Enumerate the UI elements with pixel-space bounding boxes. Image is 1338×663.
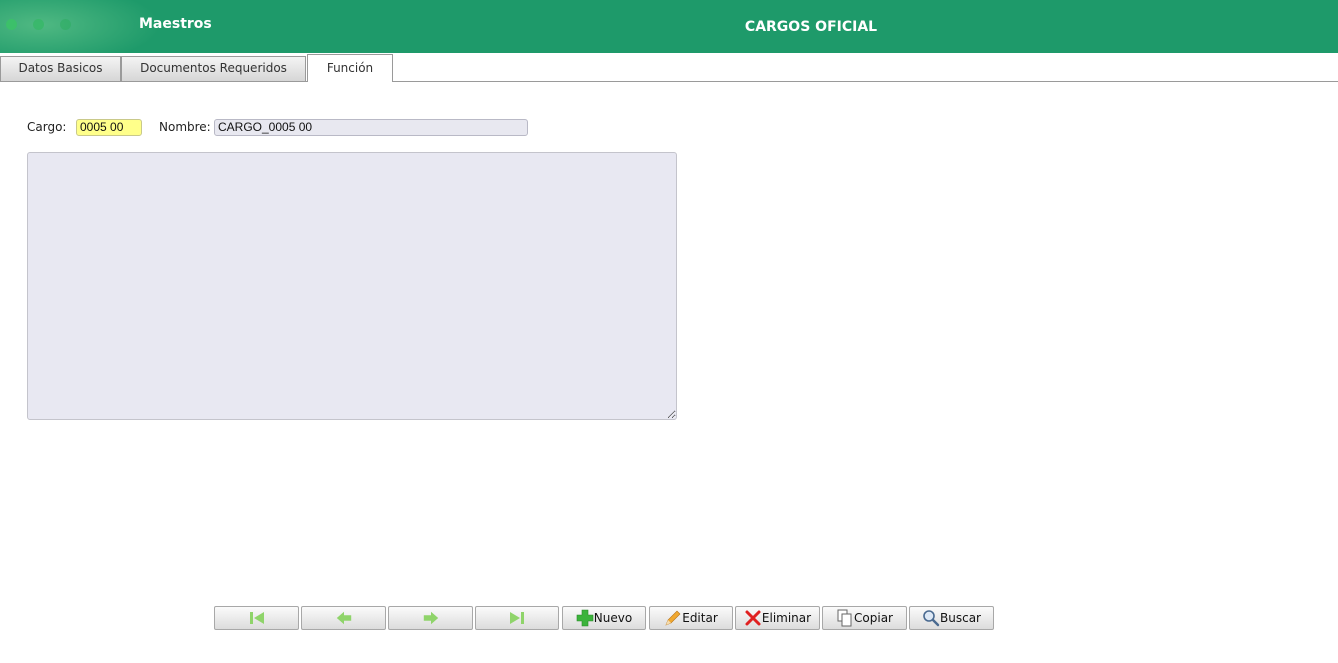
tab-funcion[interactable]: Función [307, 54, 393, 82]
editar-label: Editar [682, 611, 718, 625]
prev-arrow-icon [335, 609, 353, 627]
tab-documentos-requeridos[interactable]: Documentos Requeridos [121, 56, 306, 81]
last-record-button[interactable] [475, 606, 559, 630]
eliminar-label: Eliminar [761, 611, 812, 625]
tab-datos-basicos[interactable]: Datos Basicos [0, 56, 121, 81]
next-record-button[interactable] [388, 606, 473, 630]
cargo-label: Cargo: [27, 120, 67, 134]
tab-bar: Datos Basicos Documentos Requeridos Func… [0, 53, 1338, 82]
next-arrow-icon [422, 609, 440, 627]
copy-icon [836, 609, 854, 627]
copiar-button[interactable]: Copiar [822, 606, 907, 630]
buscar-label: Buscar [940, 611, 981, 625]
buscar-button[interactable]: Buscar [909, 606, 994, 630]
delete-x-icon [744, 609, 762, 627]
app-header: Maestros CARGOS OFICIAL [0, 0, 1338, 53]
cargo-field[interactable]: 0005 00 [76, 119, 142, 136]
first-record-icon [248, 609, 266, 627]
nombre-label: Nombre: [159, 120, 211, 134]
first-record-button[interactable] [214, 606, 299, 630]
eliminar-button[interactable]: Eliminar [735, 606, 820, 630]
prev-record-button[interactable] [301, 606, 386, 630]
nombre-field[interactable]: CARGO_0005 00 [214, 119, 528, 136]
nuevo-label: Nuevo [593, 611, 633, 625]
plus-icon [576, 609, 594, 627]
funcion-textarea[interactable] [27, 152, 677, 420]
pencil-icon [664, 609, 682, 627]
page-title: CARGOS OFICIAL [744, 19, 878, 35]
copiar-label: Copiar [854, 611, 893, 625]
nuevo-button[interactable]: Nuevo [562, 606, 646, 630]
last-record-icon [508, 609, 526, 627]
editar-button[interactable]: Editar [649, 606, 733, 630]
magnifier-icon [922, 609, 940, 627]
